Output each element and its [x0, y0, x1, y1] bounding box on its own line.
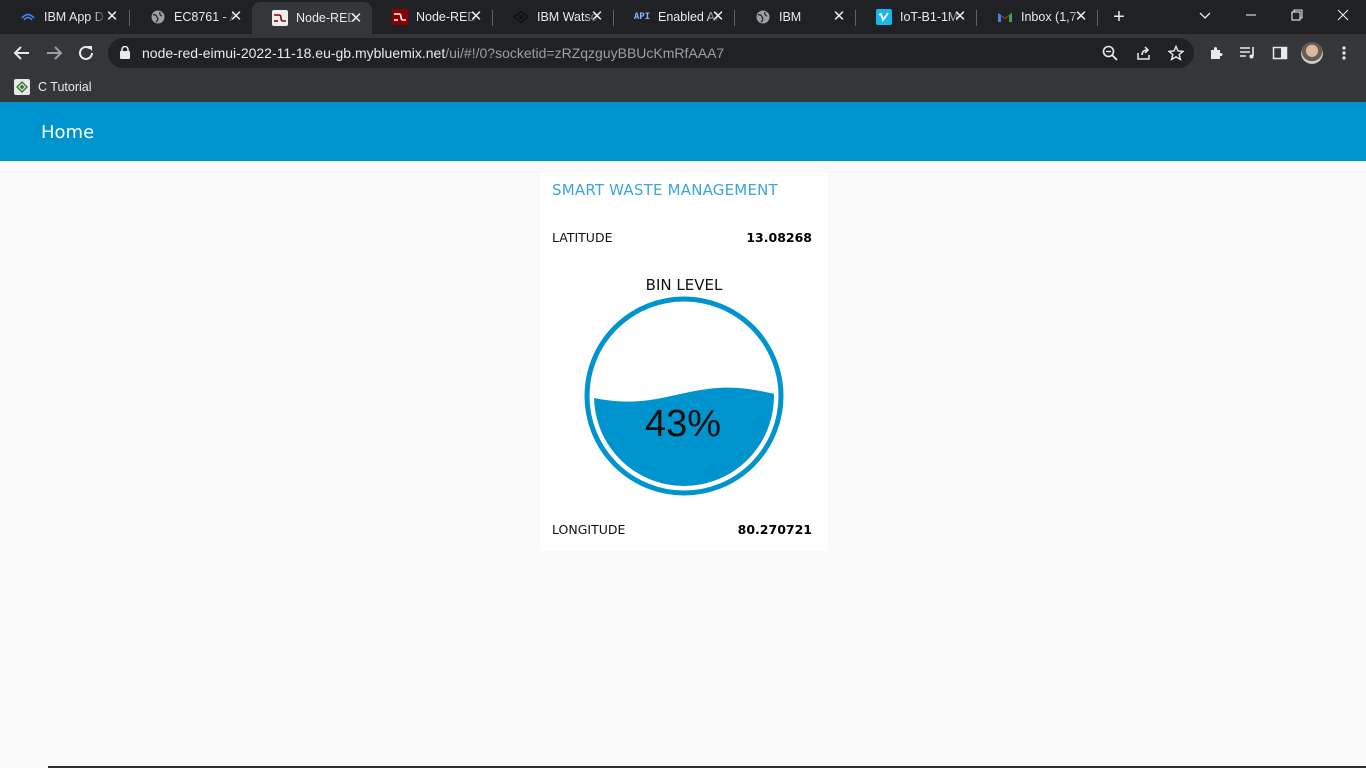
ibm-icon — [20, 9, 36, 25]
close-icon[interactable]: ✕ — [831, 9, 847, 25]
page-title: Home — [41, 122, 95, 143]
node-red-icon — [272, 10, 288, 26]
bookmark-favicon — [14, 79, 30, 95]
close-icon — [1337, 9, 1349, 21]
tab-node-red[interactable]: Node-RED ✕ — [372, 0, 492, 34]
close-icon[interactable]: ✕ — [104, 9, 120, 25]
browser-tab-strip: IBM App D ✕ EC8761 - A ✕ Node-RED ✕ Node… — [0, 0, 1366, 34]
zoom-icon[interactable] — [1101, 44, 1119, 62]
close-icon[interactable]: ✕ — [1073, 9, 1089, 25]
lock-icon — [120, 45, 130, 64]
tab-enabled-ai[interactable]: API Enabled AI ✕ — [614, 0, 734, 34]
node-red-icon — [392, 9, 408, 25]
gauge-title: BIN LEVEL — [645, 276, 723, 294]
gmail-icon — [997, 9, 1013, 25]
minimize-icon — [1246, 14, 1256, 16]
tab-ibm-app[interactable]: IBM App D ✕ — [0, 0, 128, 34]
browser-toolbar: node-red-eimui-2022-11-18.eu-gb.mybluemi… — [0, 34, 1366, 72]
side-panel-icon[interactable] — [1270, 43, 1290, 63]
new-tab-button[interactable]: + — [1108, 6, 1130, 28]
tab-search-button[interactable] — [1182, 0, 1228, 30]
globe-icon — [755, 9, 771, 25]
kebab-menu-icon[interactable] — [1334, 43, 1354, 63]
restore-button[interactable] — [1274, 0, 1320, 30]
globe-icon — [150, 9, 166, 25]
tab-divider — [1097, 10, 1098, 26]
tab-ibm-watson[interactable]: IBM Watso ✕ — [493, 0, 613, 34]
restore-icon — [1291, 9, 1303, 21]
star-icon[interactable] — [1167, 44, 1185, 62]
arrow-left-icon — [13, 46, 29, 60]
url-path: /ui/#!/0?socketid=zRZqzguyBBUcKmRfAAA7 — [445, 45, 725, 61]
gauge-value-text: 43% — [645, 403, 721, 445]
media-control-icon[interactable] — [1238, 43, 1258, 63]
tab-ec8761[interactable]: EC8761 - A ✕ — [130, 0, 252, 34]
longitude-value: 80.270721 — [737, 522, 812, 537]
close-icon[interactable]: ✕ — [228, 9, 244, 25]
bin-level-gauge: 43% — [584, 296, 784, 496]
close-icon[interactable]: ✕ — [468, 9, 484, 25]
back-button[interactable] — [8, 39, 36, 67]
watson-icon — [513, 9, 529, 25]
forward-button[interactable] — [40, 39, 68, 67]
bookmark-label: C Tutorial — [38, 80, 92, 94]
extensions-icon[interactable] — [1206, 43, 1226, 63]
address-bar[interactable]: node-red-eimui-2022-11-18.eu-gb.mybluemi… — [108, 38, 1194, 68]
bookmark-c-tutorial[interactable]: C Tutorial — [14, 77, 92, 97]
bookmarks-bar: C Tutorial — [0, 72, 1366, 102]
close-icon[interactable]: ✕ — [348, 11, 364, 27]
tab-node-red-active[interactable]: Node-RED ✕ — [252, 2, 372, 34]
close-icon[interactable]: ✕ — [952, 9, 968, 25]
latitude-label: LATITUDE — [552, 230, 613, 245]
longitude-label: LONGITUDE — [552, 522, 626, 537]
close-icon[interactable]: ✕ — [710, 9, 726, 25]
api-icon: API — [633, 12, 651, 22]
tab-inbox[interactable]: Inbox (1,7 ✕ — [977, 0, 1097, 34]
reload-button[interactable] — [72, 39, 100, 67]
group-title: SMART WASTE MANAGEMENT — [552, 181, 778, 199]
chevron-down-icon — [1199, 12, 1211, 19]
share-icon[interactable] — [1135, 44, 1153, 62]
minimize-button[interactable] — [1228, 0, 1274, 30]
url-host: node-red-eimui-2022-11-18.eu-gb.mybluemi… — [142, 45, 446, 61]
close-icon[interactable]: ✕ — [589, 9, 605, 25]
vimeo-icon — [876, 9, 892, 25]
arrow-right-icon — [47, 46, 63, 60]
reload-icon — [79, 45, 93, 60]
tab-ibm[interactable]: IBM ✕ — [735, 0, 855, 34]
close-window-button[interactable] — [1320, 0, 1366, 30]
tab-iot-b1[interactable]: IoT-B1-1M ✕ — [856, 0, 976, 34]
dashboard-group-card: SMART WASTE MANAGEMENT LATITUDE 13.08268… — [540, 172, 828, 551]
url-text: node-red-eimui-2022-11-18.eu-gb.mybluemi… — [142, 45, 724, 61]
dashboard-header: Home — [0, 102, 1366, 161]
latitude-value: 13.08268 — [746, 230, 812, 245]
tab-title: IBM App D — [44, 10, 104, 24]
tab-title: EC8761 - A — [174, 10, 236, 24]
profile-avatar[interactable] — [1301, 42, 1323, 64]
